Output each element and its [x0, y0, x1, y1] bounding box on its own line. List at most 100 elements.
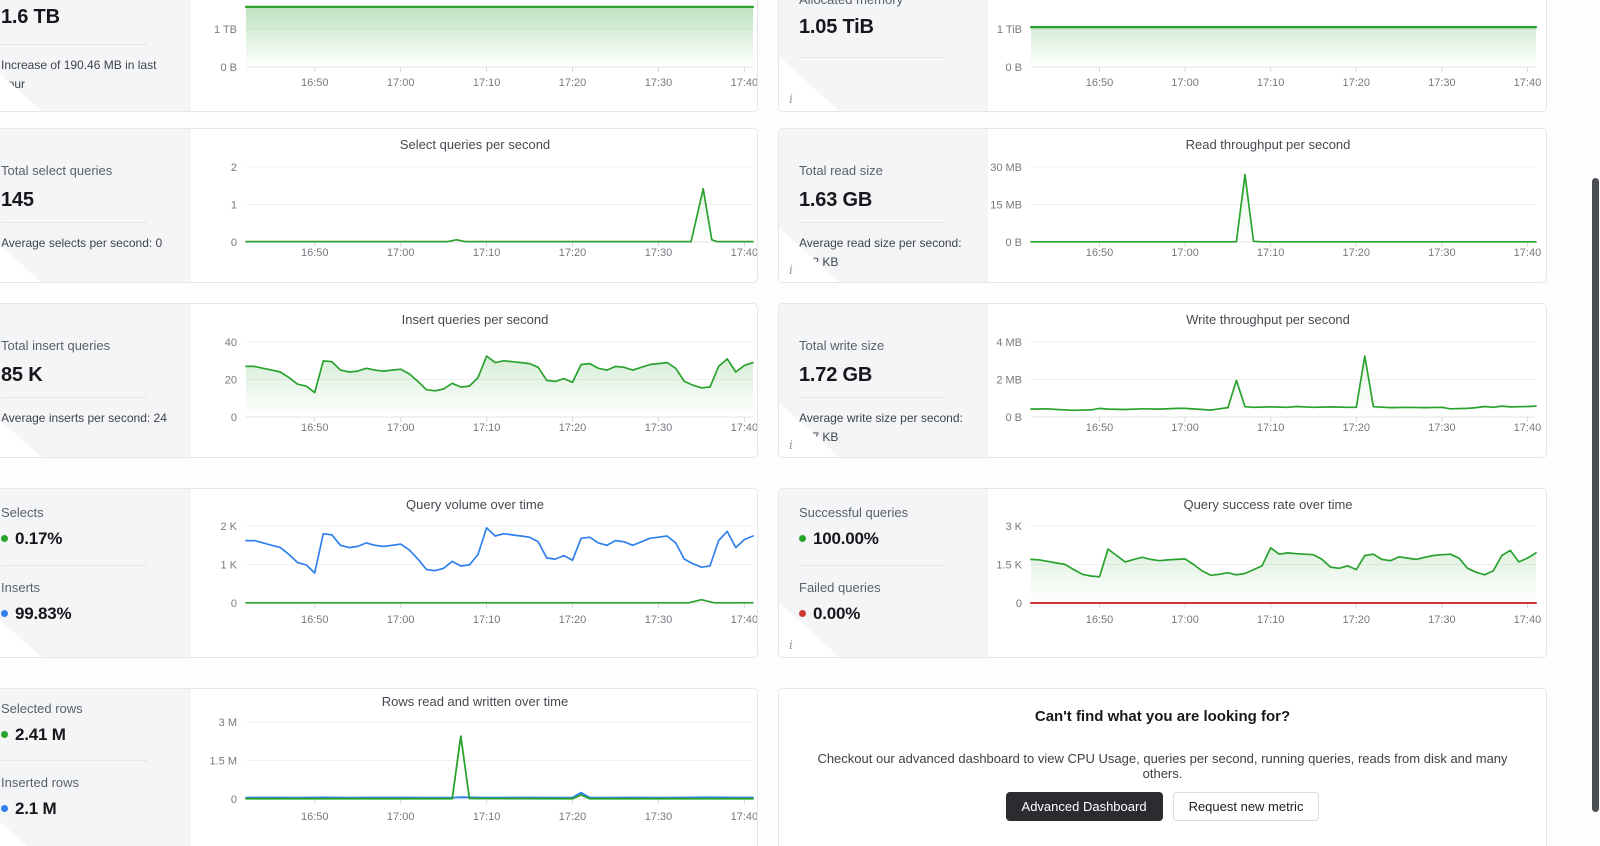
svg-text:16:50: 16:50 [301, 247, 329, 259]
svg-text:17:40: 17:40 [1514, 77, 1542, 89]
svg-text:17:20: 17:20 [1342, 614, 1370, 626]
svg-text:3 K: 3 K [1005, 521, 1022, 533]
svg-text:17:00: 17:00 [387, 422, 415, 434]
svg-text:17:30: 17:30 [1428, 247, 1456, 259]
svg-text:Read throughput per second: Read throughput per second [1186, 137, 1351, 152]
divider [1, 397, 147, 398]
svg-text:17:10: 17:10 [473, 422, 501, 434]
svg-text:1: 1 [231, 200, 237, 212]
info-icon[interactable]: i [789, 263, 793, 277]
svg-text:17:20: 17:20 [559, 247, 587, 259]
chart-area: 4 MB 2 MB 0 B 16:50 17:00 17:10 17:20 17:30 17:4… [988, 304, 1546, 457]
stat-panel: Selects 0.17% Inserts 99.83% i [0, 489, 191, 657]
svg-text:17:40: 17:40 [1514, 422, 1542, 434]
chart-area: 30 MB 15 MB 0 B 16:50 17:00 17:10 17:20 17:30 17… [988, 129, 1546, 282]
svg-text:17:40: 17:40 [731, 422, 758, 434]
promo-buttons: Advanced Dashboard Request new metric [779, 792, 1546, 821]
svg-text:17:20: 17:20 [1342, 422, 1370, 434]
svg-text:Select queries per second: Select queries per second [400, 137, 550, 152]
stat-value: 85 K [1, 364, 43, 386]
query-volume-chart: 2 K 1 K 0 16:50 17:00 17:10 17:20 17:30 17:40 Que… [220, 497, 758, 626]
successful-dot [799, 535, 806, 542]
rows-card: Selected rows 2.41 M Inserted rows 2.1 M… [0, 688, 758, 846]
info-icon[interactable]: i [789, 638, 793, 652]
svg-text:17:30: 17:30 [1428, 77, 1456, 89]
stat-value-text: 0.17% [15, 529, 63, 548]
svg-text:16:50: 16:50 [1086, 614, 1114, 626]
stat-label: Total select queries [1, 163, 113, 178]
svg-text:17:20: 17:20 [559, 422, 587, 434]
corner-fold [0, 602, 42, 657]
svg-text:40: 40 [225, 337, 237, 349]
stat-label: Total read size [799, 163, 883, 178]
stat-value-text: 2.41 M [15, 725, 66, 744]
svg-text:Rows read and written over tim: Rows read and written over time [382, 694, 568, 709]
svg-text:17:10: 17:10 [473, 247, 501, 259]
chart-area: 2 1 0 16:50 17:00 17:10 17:20 17:30 17:40 Select … [191, 129, 757, 282]
advanced-dashboard-button[interactable]: Advanced Dashboard [1005, 792, 1163, 821]
svg-text:17:00: 17:00 [1171, 77, 1199, 89]
svg-text:17:20: 17:20 [559, 614, 587, 626]
stat-panel: Successful queries 100.00% Failed querie… [779, 489, 988, 657]
stat-value: 145 [1, 189, 34, 211]
svg-text:17:20: 17:20 [559, 77, 587, 89]
stat-label: Selected rows [1, 701, 83, 716]
svg-text:17:30: 17:30 [645, 77, 673, 89]
stat-label: Selects [1, 505, 44, 520]
svg-text:0: 0 [231, 794, 237, 806]
read-throughput-chart: 30 MB 15 MB 0 B 16:50 17:00 17:10 17:20 17:30 17… [990, 137, 1541, 259]
svg-text:0: 0 [231, 412, 237, 424]
corner-fold [0, 227, 42, 282]
svg-text:17:40: 17:40 [731, 247, 758, 259]
allocated-memory-card: Allocated memory 1.05 TiB i 1 TiB 0 B 16:5… [778, 0, 1547, 112]
info-icon[interactable]: i [789, 92, 793, 106]
svg-text:17:00: 17:00 [387, 247, 415, 259]
stat-value: 1.05 TiB [799, 16, 874, 38]
svg-text:Insert queries per second: Insert queries per second [402, 312, 549, 327]
selects-dot [1, 535, 8, 542]
insert-qps-chart: 40 20 0 16:50 17:00 17:10 17:20 17:30 17:40 Inser… [225, 312, 758, 434]
svg-text:17:10: 17:10 [473, 77, 501, 89]
svg-text:17:10: 17:10 [1257, 77, 1285, 89]
selected-rows-dot [1, 731, 8, 738]
corner-fold [0, 402, 42, 457]
stat-label: Successful queries [799, 505, 909, 520]
info-icon[interactable]: i [789, 438, 793, 452]
metrics-dashboard: 1.6 TB Increase of 190.46 MB in last hou… [0, 0, 1600, 846]
svg-text:3 M: 3 M [219, 717, 237, 729]
divider [799, 397, 945, 398]
stat-label: Total write size [799, 338, 885, 353]
write-size-card: Total write size 1.72 GB Average write s… [778, 303, 1547, 458]
svg-text:16:50: 16:50 [1086, 247, 1114, 259]
svg-text:16:50: 16:50 [301, 77, 329, 89]
svg-text:17:00: 17:00 [387, 77, 415, 89]
stat-label: Inserted rows [1, 775, 80, 790]
success-rate-chart: 3 K 1.5 K 0 16:50 17:00 17:10 17:20 17:30 17:40 Q… [996, 497, 1542, 626]
stat-label: Total insert queries [1, 338, 111, 353]
chart-area: 1 TB 0 B 16:50 17:00 17:10 17:20 17:30 17:40 [191, 0, 757, 111]
read-size-card: Total read size 1.63 GB Average read siz… [778, 128, 1547, 283]
svg-text:17:00: 17:00 [387, 811, 415, 823]
svg-text:0: 0 [231, 237, 237, 249]
svg-text:17:40: 17:40 [731, 614, 758, 626]
svg-text:16:50: 16:50 [1086, 422, 1114, 434]
stat-value: 1.63 GB [799, 189, 873, 211]
svg-text:2 K: 2 K [220, 521, 237, 533]
svg-text:Query success rate over time: Query success rate over time [1183, 497, 1352, 512]
chart-area: 3 M 1.5 M 0 16:50 17:00 17:10 17:20 17:30 17:40 R… [191, 689, 757, 846]
divider [1, 565, 147, 566]
stat-panel: Selected rows 2.41 M Inserted rows 2.1 M [0, 689, 191, 846]
corner-fold [0, 56, 42, 111]
svg-text:0: 0 [231, 598, 237, 610]
stat-panel: Total write size 1.72 GB Average write s… [779, 304, 988, 457]
svg-text:0 B: 0 B [1005, 62, 1022, 74]
svg-text:17:30: 17:30 [645, 811, 673, 823]
stat-value: 2.41 M [1, 725, 66, 745]
svg-text:1 K: 1 K [220, 560, 237, 572]
svg-text:2: 2 [231, 162, 237, 174]
vertical-scrollbar[interactable] [1592, 178, 1599, 812]
stat-value: 0.17% [1, 529, 62, 549]
svg-text:17:40: 17:40 [1514, 614, 1542, 626]
divider [799, 222, 945, 223]
request-new-metric-button[interactable]: Request new metric [1172, 792, 1320, 821]
